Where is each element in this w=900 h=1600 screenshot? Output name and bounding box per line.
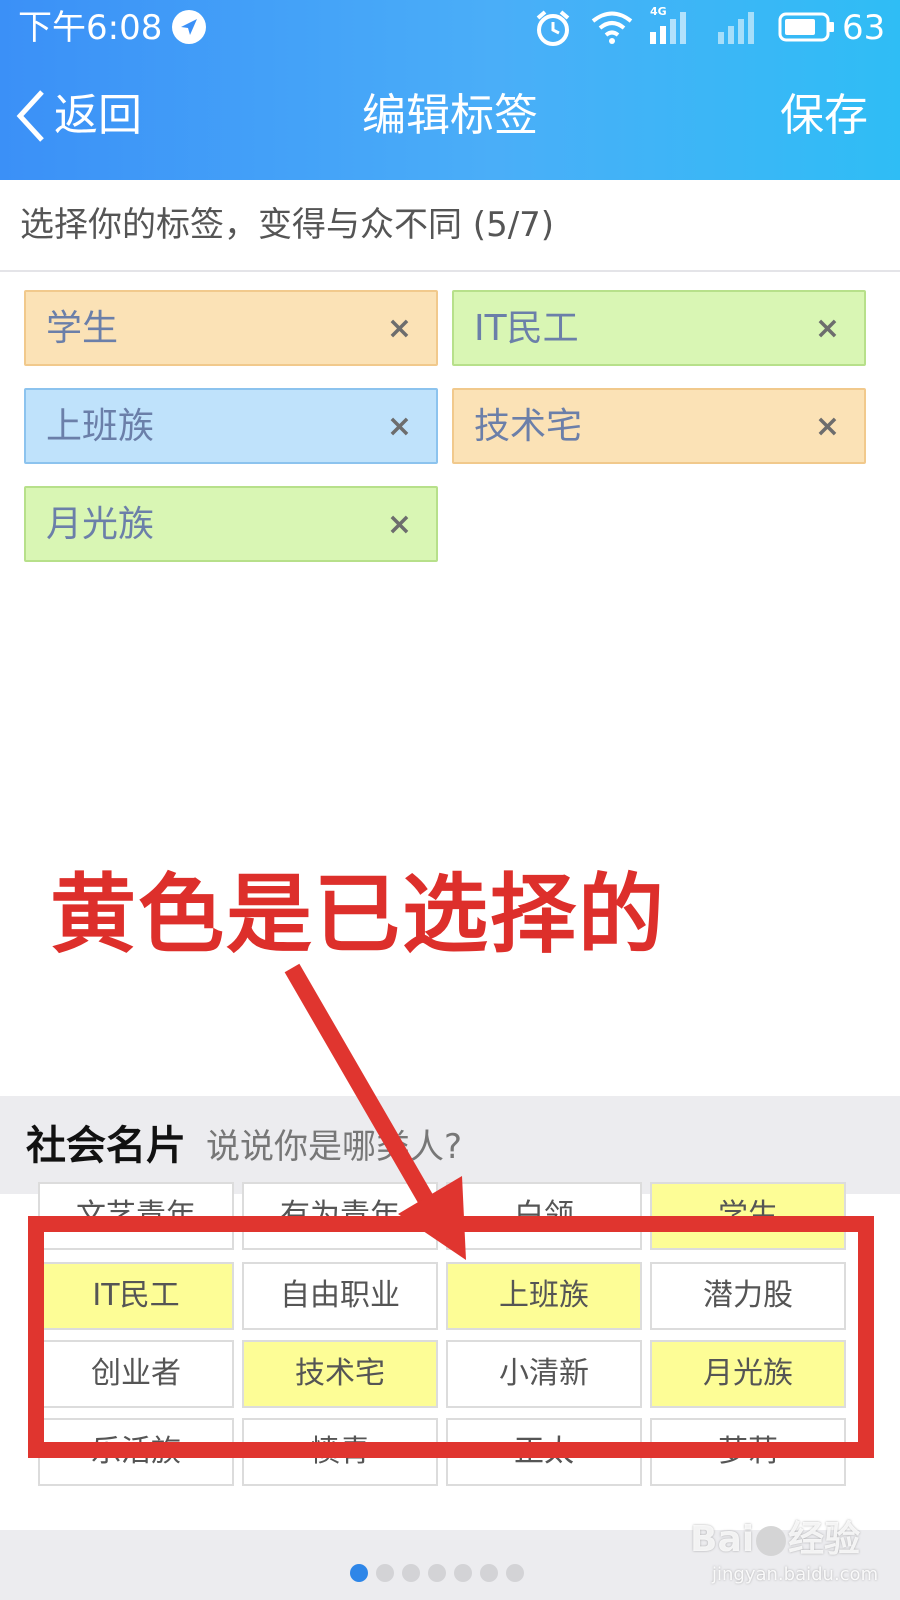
tag-grid-cell[interactable]: 自由职业 [242, 1262, 438, 1330]
status-bar: 下午6:08 4G 63 [0, 0, 900, 60]
annotation-text: 黄色是已选择的 [50, 865, 666, 965]
tag-label: 上班族 [46, 406, 155, 447]
selected-tag-chip[interactable]: IT民工 × [452, 290, 866, 366]
tag-label: 技术宅 [474, 406, 583, 447]
tag-grid-cell[interactable]: 创业者 [38, 1340, 234, 1408]
battery-level: 63 [842, 8, 886, 48]
tag-grid-cell[interactable]: 白领 [446, 1182, 642, 1250]
back-label: 返回 [54, 90, 142, 141]
alarm-icon [536, 10, 570, 46]
selected-tag-chip[interactable]: 学生 × [24, 290, 438, 366]
tag-grid-cell[interactable]: 月光族 [650, 1340, 846, 1408]
selected-tag-chip[interactable]: 上班族 × [24, 388, 438, 464]
watermark-url: jingyan.baidu.com [712, 1564, 879, 1585]
status-time: 下午6:08 [18, 8, 163, 48]
app-header: 下午6:08 4G 63 返回 编辑标签 保存 [0, 0, 900, 180]
message-icon [172, 10, 206, 44]
close-icon[interactable]: × [387, 390, 412, 464]
save-button[interactable]: 保存 [780, 86, 868, 146]
tag-grid-cell[interactable]: 上班族 [446, 1262, 642, 1330]
back-button[interactable]: 返回 [14, 86, 142, 146]
tag-grid: 文艺青年 有为青年 白领 学生 IT民工 自由职业 上班族 潜力股创业者 技术宅 小清新 月光族乐活… [0, 1182, 900, 1530]
tag-label: 月光族 [46, 504, 155, 545]
chevron-left-icon [16, 90, 44, 142]
tag-grid-cell[interactable]: IT民工 [38, 1262, 234, 1330]
tag-grid-cell[interactable]: 乐活族 [38, 1418, 234, 1486]
signal-icon [718, 12, 754, 44]
tag-grid-cell[interactable]: 技术宅 [242, 1340, 438, 1408]
tag-grid-cell[interactable]: 小清新 [446, 1340, 642, 1408]
watermark-logo: Bai 经验 [690, 1520, 860, 1560]
tag-grid-cell[interactable]: 潜力股 [650, 1262, 846, 1330]
tag-grid-cell[interactable]: 正太 [446, 1418, 642, 1486]
page-dot[interactable] [402, 1564, 420, 1582]
close-icon[interactable]: × [815, 390, 840, 464]
wifi-icon [591, 11, 633, 44]
tag-label: IT民工 [474, 308, 579, 349]
page-dot[interactable] [454, 1564, 472, 1582]
tag-grid-cell[interactable]: 文艺青年 [38, 1182, 234, 1250]
page-title: 编辑标签 [362, 90, 538, 141]
signal-icon [650, 12, 686, 44]
hint-text: 选择你的标签，变得与众不同 (5/7) [20, 205, 555, 245]
paw-icon [756, 1526, 787, 1556]
tag-grid-cell[interactable]: 萝莉 [650, 1418, 846, 1486]
watermark-brand-left: Bai [690, 1519, 755, 1560]
social-title: 社会名片 [26, 1123, 186, 1169]
page-dot[interactable] [480, 1564, 498, 1582]
page-dot[interactable] [376, 1564, 394, 1582]
close-icon[interactable]: × [815, 292, 840, 366]
close-icon[interactable]: × [387, 292, 412, 366]
selected-tag-chip[interactable]: 技术宅 × [452, 388, 866, 464]
tag-grid-cell[interactable]: 学生 [650, 1182, 846, 1250]
page-dot[interactable] [506, 1564, 524, 1582]
tag-grid-cell[interactable]: 愤青 [242, 1418, 438, 1486]
selected-tag-chip[interactable]: 月光族 × [24, 486, 438, 562]
page-dot[interactable] [428, 1564, 446, 1582]
watermark-brand-right: 经验 [788, 1519, 861, 1560]
social-subtitle: 说说你是哪类人? [206, 1127, 463, 1167]
hint-bar: 选择你的标签，变得与众不同 (5/7) [0, 180, 900, 272]
close-icon[interactable]: × [387, 488, 412, 562]
battery-icon [778, 12, 834, 42]
social-card-header: 社会名片 说说你是哪类人? [0, 1096, 900, 1194]
page-dot-active[interactable] [350, 1564, 368, 1582]
tag-label: 学生 [46, 308, 119, 349]
tag-grid-cell[interactable]: 有为青年 [242, 1182, 438, 1250]
